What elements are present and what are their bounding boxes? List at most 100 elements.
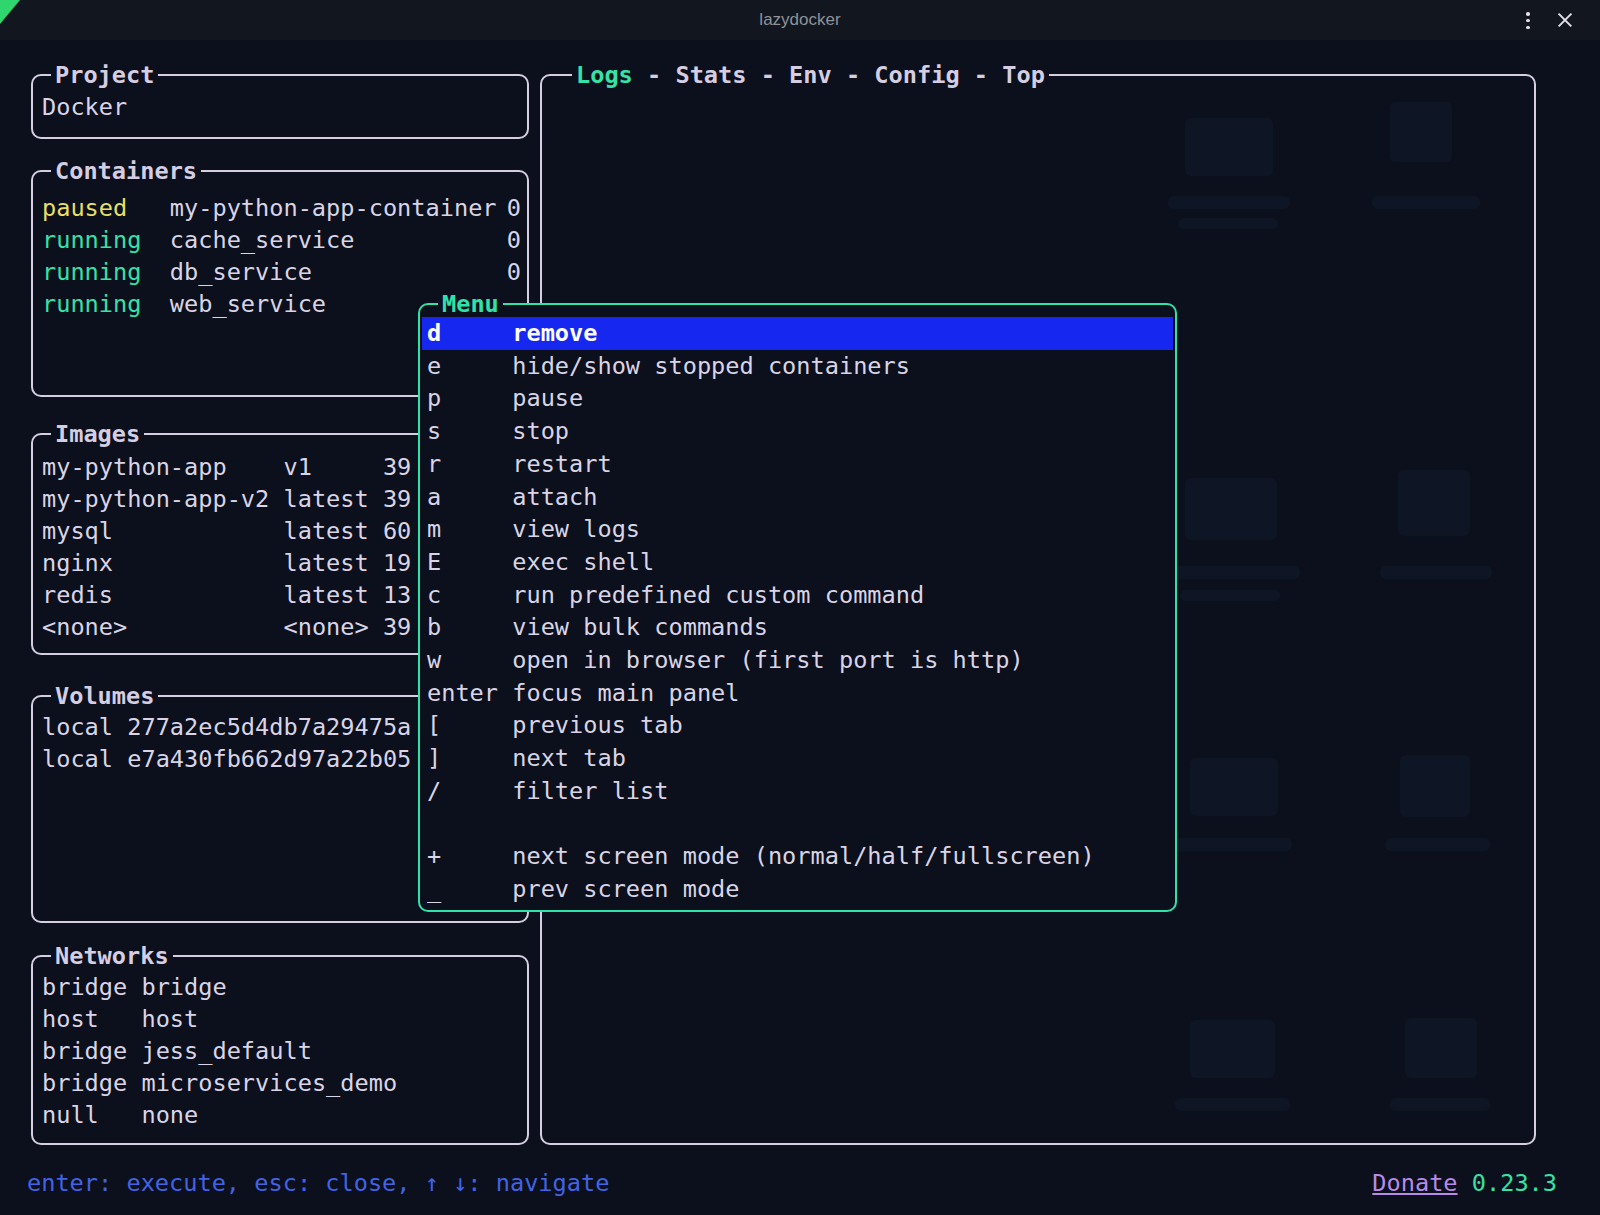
image-tag: latest (283, 547, 382, 579)
container-count: 0 (507, 256, 521, 288)
image-name: my-python-app (42, 451, 283, 483)
menu-item[interactable]: E exec shell (422, 546, 1173, 579)
networks-panel[interactable]: Networks bridge bridge host host bridge … (31, 955, 529, 1145)
menu-item[interactable]: s stop (422, 415, 1173, 448)
menu-item-label: run predefined custom command (512, 579, 924, 612)
container-row[interactable]: paused my-python-app-container 0 (42, 192, 521, 224)
menu-item[interactable]: w open in browser (first port is http) (422, 644, 1173, 677)
menu-item-label: stop (512, 415, 569, 448)
menu-item[interactable]: _ prev screen mode (422, 873, 1173, 906)
image-size: 39 (383, 483, 411, 515)
menu-item-key: ] (427, 742, 512, 775)
menu-item-key: e (427, 350, 512, 383)
menu-item-label: previous tab (512, 709, 682, 742)
image-name: mysql (42, 515, 283, 547)
network-driver: host (42, 1003, 141, 1035)
menu-item-label: view bulk commands (512, 611, 768, 644)
image-size: 60 (383, 515, 411, 547)
image-size: 19 (383, 547, 411, 579)
menu-item-key: _ (427, 873, 512, 906)
container-name: my-python-app-container (170, 192, 507, 224)
menu-item[interactable]: m view logs (422, 513, 1173, 546)
network-row[interactable]: host host (42, 1003, 518, 1035)
volume-driver: local (42, 743, 127, 775)
menu-item-label: focus main panel (512, 677, 739, 710)
menu-item-key: m (427, 513, 512, 546)
menu-item[interactable]: r restart (422, 448, 1173, 481)
network-driver: bridge (42, 971, 141, 1003)
network-name: bridge (141, 971, 518, 1003)
container-state: running (42, 224, 170, 256)
image-tag: v1 (283, 451, 382, 483)
image-name: <none> (42, 611, 283, 643)
menu-item-label: attach (512, 481, 597, 514)
menu-item-label: exec shell (512, 546, 654, 579)
menu-item[interactable]: a attach (422, 481, 1173, 514)
menu-item[interactable]: e hide/show stopped containers (422, 350, 1173, 383)
menu-popup[interactable]: Menu d remove e hide/show stopped contai… (418, 303, 1177, 912)
menu-item[interactable]: b view bulk commands (422, 611, 1173, 644)
menu-item-key: d (427, 317, 512, 350)
window-titlebar: lazydocker (0, 0, 1600, 40)
status-help-text: enter: execute, esc: close, ↑ ↓: navigat… (27, 1167, 609, 1199)
network-row[interactable]: bridge microservices_demo (42, 1067, 518, 1099)
window-menu-icon[interactable] (1526, 12, 1530, 29)
image-name: my-python-app-v2 (42, 483, 283, 515)
menu-item-key: enter (427, 677, 512, 710)
menu-item-label: prev screen mode (512, 873, 739, 906)
menu-item[interactable]: enter focus main panel (422, 677, 1173, 710)
version-label: 0.23.3 (1472, 1169, 1557, 1197)
container-count: 0 (507, 224, 521, 256)
menu-item[interactable]: p pause (422, 382, 1173, 415)
network-row[interactable]: null none (42, 1099, 518, 1131)
image-tag: latest (283, 579, 382, 611)
container-state: running (42, 256, 170, 288)
menu-item-key: r (427, 448, 512, 481)
image-tag: latest (283, 515, 382, 547)
menu-item-key: a (427, 481, 512, 514)
network-driver: null (42, 1099, 141, 1131)
menu-item[interactable]: d remove (422, 317, 1173, 350)
menu-item[interactable]: + next screen mode (normal/half/fullscre… (422, 840, 1173, 873)
image-tag: latest (283, 483, 382, 515)
menu-item[interactable] (422, 808, 1173, 841)
menu-item-label: filter list (512, 775, 668, 808)
menu-item-key (427, 808, 512, 841)
network-row[interactable]: bridge jess_default (42, 1035, 518, 1067)
container-name: db_service (170, 256, 507, 288)
container-row[interactable]: running cache_service 0 (42, 224, 521, 256)
network-name: host (141, 1003, 518, 1035)
project-panel[interactable]: Project Docker (31, 74, 529, 139)
menu-item-label: next tab (512, 742, 626, 775)
menu-item-label: remove (512, 317, 597, 350)
menu-item[interactable]: / filter list (422, 775, 1173, 808)
image-size: 39 (383, 611, 411, 643)
menu-item-key: b (427, 611, 512, 644)
network-row[interactable]: bridge bridge (42, 971, 518, 1003)
window-title: lazydocker (759, 10, 840, 30)
menu-item-key: + (427, 840, 512, 873)
container-row[interactable]: running db_service 0 (42, 256, 521, 288)
corner-accent (0, 0, 20, 24)
project-name: Docker (42, 91, 518, 123)
network-name: none (141, 1099, 518, 1131)
container-state: paused (42, 192, 170, 224)
container-count: 0 (507, 192, 521, 224)
image-size: 39 (383, 451, 411, 483)
container-state: running (42, 288, 170, 320)
menu-item-key: / (427, 775, 512, 808)
menu-item-label: view logs (512, 513, 640, 546)
donate-link[interactable]: Donate (1372, 1169, 1457, 1197)
network-driver: bridge (42, 1067, 141, 1099)
menu-item-label: open in browser (first port is http) (512, 644, 1023, 677)
network-name: microservices_demo (141, 1067, 518, 1099)
menu-item-key: p (427, 382, 512, 415)
status-bar: enter: execute, esc: close, ↑ ↓: navigat… (27, 1167, 1557, 1199)
image-size: 13 (383, 579, 411, 611)
close-icon[interactable] (1556, 11, 1574, 29)
menu-item[interactable]: ] next tab (422, 742, 1173, 775)
volume-driver: local (42, 711, 127, 743)
menu-item[interactable]: [ previous tab (422, 709, 1173, 742)
menu-item[interactable]: c run predefined custom command (422, 579, 1173, 612)
menu-item-key: E (427, 546, 512, 579)
